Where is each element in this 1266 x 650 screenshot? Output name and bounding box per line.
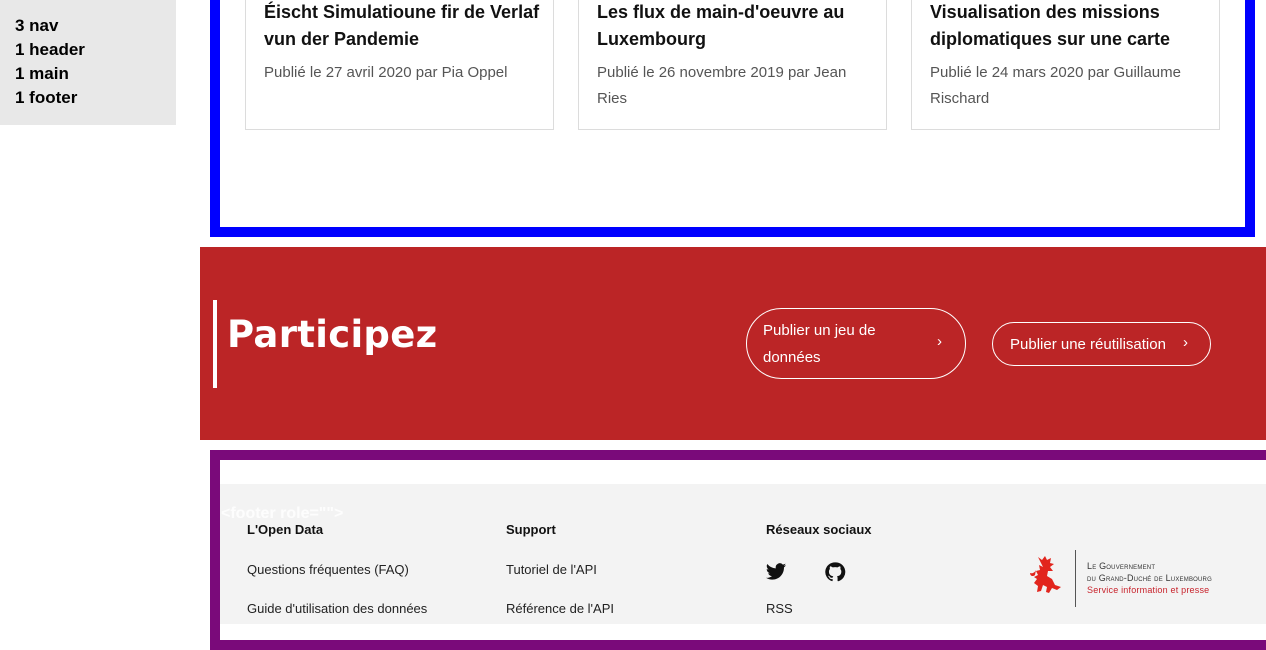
publish-dataset-label: Publier un jeu de données: [763, 322, 876, 366]
github-icon[interactable]: [824, 561, 846, 583]
footer-role-annotation: <footer role="">: [221, 505, 344, 522]
publish-reuse-button[interactable]: Publier une réutilisation ›: [992, 322, 1211, 366]
chevron-right-icon: ›: [937, 333, 942, 350]
landmark-footer-count: 1 footer: [15, 88, 78, 107]
heading-accent-bar: [213, 300, 217, 388]
main-landmark-outline: Éischt Simulatioune fir de Verlaf vun de…: [210, 0, 1255, 237]
publish-dataset-button[interactable]: Publier un jeu de données ›: [746, 308, 966, 379]
landmark-header-count: 1 header: [15, 40, 85, 59]
article-meta: Publié le 24 mars 2020 par Guillaume Ris…: [930, 64, 1181, 107]
gov-logo-text: Le Gouvernement du Grand-Duché de Luxemb…: [1087, 560, 1212, 596]
gov-line1: Le Gouvernement: [1087, 561, 1156, 571]
gov-logo-divider: [1075, 550, 1076, 607]
article-meta: Publié le 26 novembre 2019 par Jean Ries: [597, 64, 847, 107]
footer-link-api-reference[interactable]: Référence de l'API: [506, 601, 614, 616]
footer-link-api-tutorial[interactable]: Tutoriel de l'API: [506, 562, 597, 577]
article-title[interactable]: Éischt Simulatioune fir de Verlaf vun de…: [264, 0, 541, 53]
footer-col-social-title: Réseaux sociaux: [766, 522, 872, 537]
article-card[interactable]: Visualisation des missions diplomatiques…: [911, 0, 1220, 130]
twitter-icon[interactable]: [765, 561, 787, 583]
footer-col-support-title: Support: [506, 522, 556, 537]
gov-line3: Service information et presse: [1087, 585, 1210, 595]
article-title[interactable]: Les flux de main-d'oeuvre au Luxembourg: [597, 0, 874, 53]
gov-line2: du Grand-Duché de Luxembourg: [1087, 573, 1212, 583]
landmark-nav-count: 3 nav: [15, 16, 59, 35]
chevron-right-icon: ›: [1183, 334, 1188, 351]
footer-col-opendata-title: L'Open Data: [247, 522, 324, 537]
landmark-main-count: 1 main: [15, 64, 69, 83]
participate-section: Participez Publier un jeu de données › P…: [200, 247, 1266, 440]
publish-reuse-label: Publier une réutilisation: [1010, 336, 1166, 353]
landmark-summary: 3 nav 1 header 1 main 1 footer: [0, 0, 176, 125]
footer-link-faq[interactable]: Questions fréquentes (FAQ): [247, 562, 409, 577]
footer-link-guide[interactable]: Guide d'utilisation des données: [247, 601, 427, 616]
article-card[interactable]: Éischt Simulatioune fir de Verlaf vun de…: [245, 0, 554, 130]
participate-heading: Participez: [227, 313, 438, 356]
footer-link-rss[interactable]: RSS: [766, 601, 793, 616]
article-title[interactable]: Visualisation des missions diplomatiques…: [930, 0, 1207, 53]
article-meta: Publié le 27 avril 2020 par Pia Oppel: [264, 64, 508, 81]
article-card[interactable]: Les flux de main-d'oeuvre au Luxembourg …: [578, 0, 887, 130]
red-lion-logo-icon: [1030, 556, 1061, 593]
